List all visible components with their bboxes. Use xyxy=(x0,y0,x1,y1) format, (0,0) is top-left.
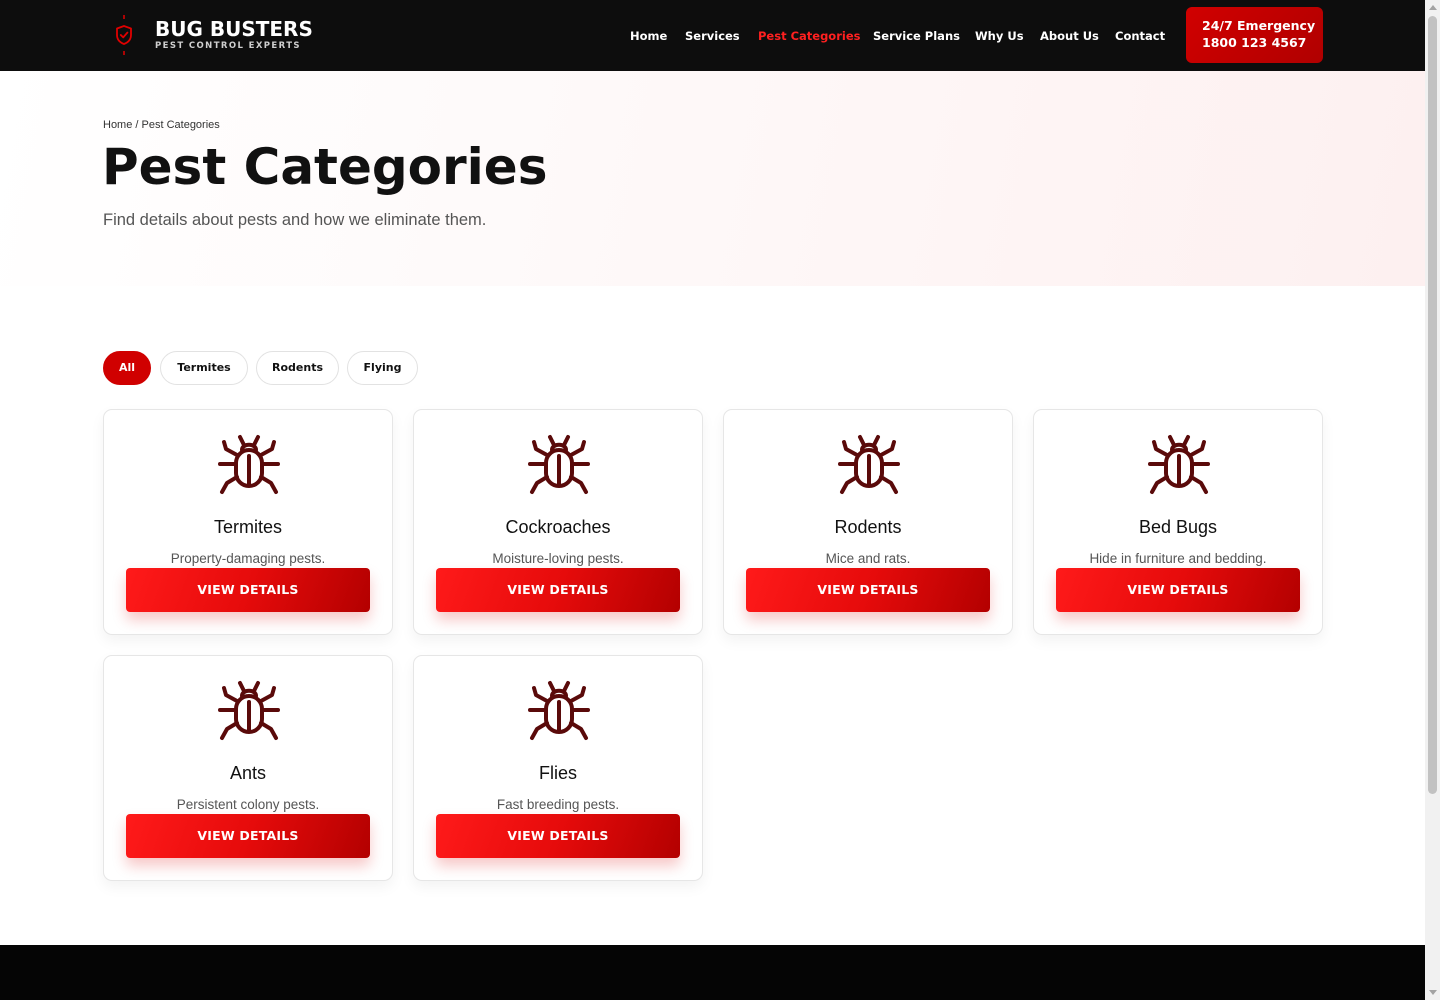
nav-services[interactable]: Services xyxy=(685,28,740,44)
filter-flying[interactable]: Flying xyxy=(347,351,418,385)
emergency-call-button[interactable]: 24/7 Emergency 1800 123 4567 xyxy=(1186,7,1323,63)
nav-why-us[interactable]: Why Us xyxy=(975,28,1024,44)
card-description: Mice and rats. xyxy=(825,551,911,566)
brand-tagline: PEST CONTROL EXPERTS xyxy=(155,41,301,51)
nav-home[interactable]: Home xyxy=(630,28,667,44)
breadcrumb: Home / Pest Categories xyxy=(103,118,220,132)
pest-card-rodents: Rodents Mice and rats. VIEW DETAILS xyxy=(723,409,1013,635)
brand-name[interactable]: BUG BUSTERS xyxy=(155,17,313,41)
bug-icon xyxy=(1148,435,1210,494)
view-details-button[interactable]: VIEW DETAILS xyxy=(126,814,370,858)
scroll-up-arrow-icon[interactable] xyxy=(1429,5,1437,10)
card-description: Property-damaging pests. xyxy=(170,551,326,566)
hero-section: Home / Pest Categories Pest Categories F… xyxy=(0,71,1425,286)
scrollbar-thumb[interactable] xyxy=(1428,16,1437,794)
filter-all[interactable]: All xyxy=(103,351,151,385)
bug-icon xyxy=(528,435,590,494)
page: BUG BUSTERS PEST CONTROL EXPERTS Home Se… xyxy=(0,0,1425,1000)
pest-card-termites: Termites Property-damaging pests. VIEW D… xyxy=(103,409,393,635)
card-title: Rodents xyxy=(834,517,902,537)
filter-rodents[interactable]: Rodents xyxy=(256,351,339,385)
bug-icon xyxy=(838,435,900,494)
breadcrumb-current: Pest Categories xyxy=(141,119,220,131)
card-description: Hide in furniture and bedding. xyxy=(1089,551,1267,566)
card-title: Bed Bugs xyxy=(1138,517,1218,537)
page-title: Pest Categories xyxy=(102,138,548,196)
view-details-button[interactable]: VIEW DETAILS xyxy=(746,568,990,612)
view-details-button[interactable]: VIEW DETAILS xyxy=(436,814,680,858)
card-title: Cockroaches xyxy=(505,517,611,537)
card-description: Persistent colony pests. xyxy=(176,797,320,812)
pest-card-grid: Termites Property-damaging pests. VIEW D… xyxy=(103,409,1323,881)
nav-pest-categories[interactable]: Pest Categories xyxy=(758,28,860,44)
vertical-scrollbar[interactable] xyxy=(1425,0,1440,1000)
view-details-button[interactable]: VIEW DETAILS xyxy=(436,568,680,612)
card-description: Moisture-loving pests. xyxy=(492,551,624,566)
page-subtitle: Find details about pests and how we elim… xyxy=(103,211,487,229)
site-header: BUG BUSTERS PEST CONTROL EXPERTS Home Se… xyxy=(0,0,1425,71)
pest-card-cockroaches: Cockroaches Moisture-loving pests. VIEW … xyxy=(413,409,703,635)
nav-service-plans[interactable]: Service Plans xyxy=(873,28,960,44)
emergency-label: 24/7 Emergency xyxy=(1202,18,1316,33)
breadcrumb-separator: / xyxy=(132,119,142,131)
view-details-button[interactable]: VIEW DETAILS xyxy=(126,568,370,612)
card-title: Flies xyxy=(538,763,577,783)
bug-icon xyxy=(218,681,280,740)
site-footer xyxy=(0,945,1425,1000)
scroll-down-arrow-icon[interactable] xyxy=(1429,990,1437,995)
pest-card-flies: Flies Fast breeding pests. VIEW DETAILS xyxy=(413,655,703,881)
breadcrumb-home[interactable]: Home xyxy=(103,119,132,131)
card-title: Ants xyxy=(229,763,267,783)
emergency-phone: 1800 123 4567 xyxy=(1202,35,1307,50)
nav-about-us[interactable]: About Us xyxy=(1040,28,1099,44)
nav-contact[interactable]: Contact xyxy=(1115,28,1165,44)
view-details-button[interactable]: VIEW DETAILS xyxy=(1056,568,1300,612)
pest-card-bed-bugs: Bed Bugs Hide in furniture and bedding. … xyxy=(1033,409,1323,635)
filter-termites[interactable]: Termites xyxy=(160,351,248,385)
card-description: Fast breeding pests. xyxy=(496,797,620,812)
bug-icon xyxy=(218,435,280,494)
bug-icon xyxy=(528,681,590,740)
card-title: Termites xyxy=(213,517,282,537)
shield-check-icon[interactable] xyxy=(110,14,138,56)
pest-card-ants: Ants Persistent colony pests. VIEW DETAI… xyxy=(103,655,393,881)
